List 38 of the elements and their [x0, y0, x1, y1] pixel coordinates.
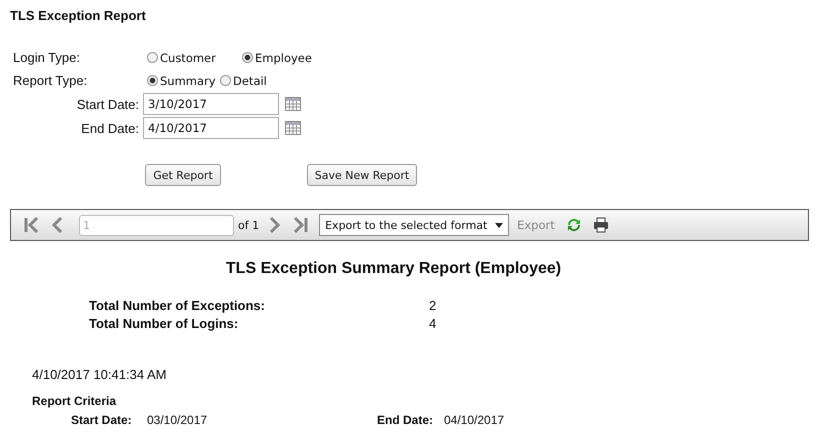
criteria-heading: Report Criteria: [32, 394, 118, 408]
radio-option[interactable]: Customer: [147, 50, 242, 64]
radio-icon[interactable]: [242, 52, 253, 63]
radio-icon[interactable]: [147, 75, 158, 86]
date-input[interactable]: 3/10/2017: [143, 93, 279, 115]
criteria-value: 03/10/2017: [147, 413, 208, 427]
date-input[interactable]: 4/10/2017: [143, 117, 279, 139]
field-label: Report Type:: [13, 73, 88, 88]
radio-option[interactable]: Summary: [147, 74, 220, 88]
radio-option[interactable]: Employee: [242, 50, 312, 64]
page-count: of 1: [238, 218, 260, 232]
caret-icon: [495, 222, 504, 228]
total-label: Total Number of Exceptions:: [89, 298, 266, 315]
criteria-label: End Date:: [377, 413, 434, 427]
radio-icon[interactable]: [147, 52, 158, 63]
total-value: 4: [429, 316, 436, 333]
radio-option[interactable]: Detail: [220, 74, 267, 88]
field-label: Start Date:: [76, 96, 139, 112]
action-button[interactable]: Save New Report: [307, 164, 417, 186]
report-title: TLS Exception Summary Report (Employee): [224, 260, 562, 278]
field-label: Login Type:: [13, 50, 81, 65]
field-label: End Date:: [80, 120, 139, 136]
calendar-icon[interactable]: [285, 121, 301, 135]
criteria-value: 04/10/2017: [444, 413, 504, 427]
first-page-icon[interactable]: [23, 217, 41, 233]
criteria-label: Start Date:: [71, 413, 133, 427]
page-title: TLS Exception Report: [10, 8, 147, 24]
last-page-icon[interactable]: [291, 217, 310, 233]
print-icon[interactable]: [592, 217, 609, 233]
calendar-icon[interactable]: [285, 97, 301, 111]
export-format-select[interactable]: Export to the selected format: [319, 214, 510, 236]
report-timestamp: 4/10/2017 10:41:34 AM: [32, 367, 168, 382]
next-page-icon[interactable]: [267, 217, 282, 233]
previous-page-icon[interactable]: [51, 217, 65, 233]
total-value: 2: [429, 298, 436, 315]
radio-icon[interactable]: [220, 75, 231, 86]
total-label: Total Number of Logins:: [89, 316, 240, 333]
action-button[interactable]: Get Report: [145, 164, 221, 186]
